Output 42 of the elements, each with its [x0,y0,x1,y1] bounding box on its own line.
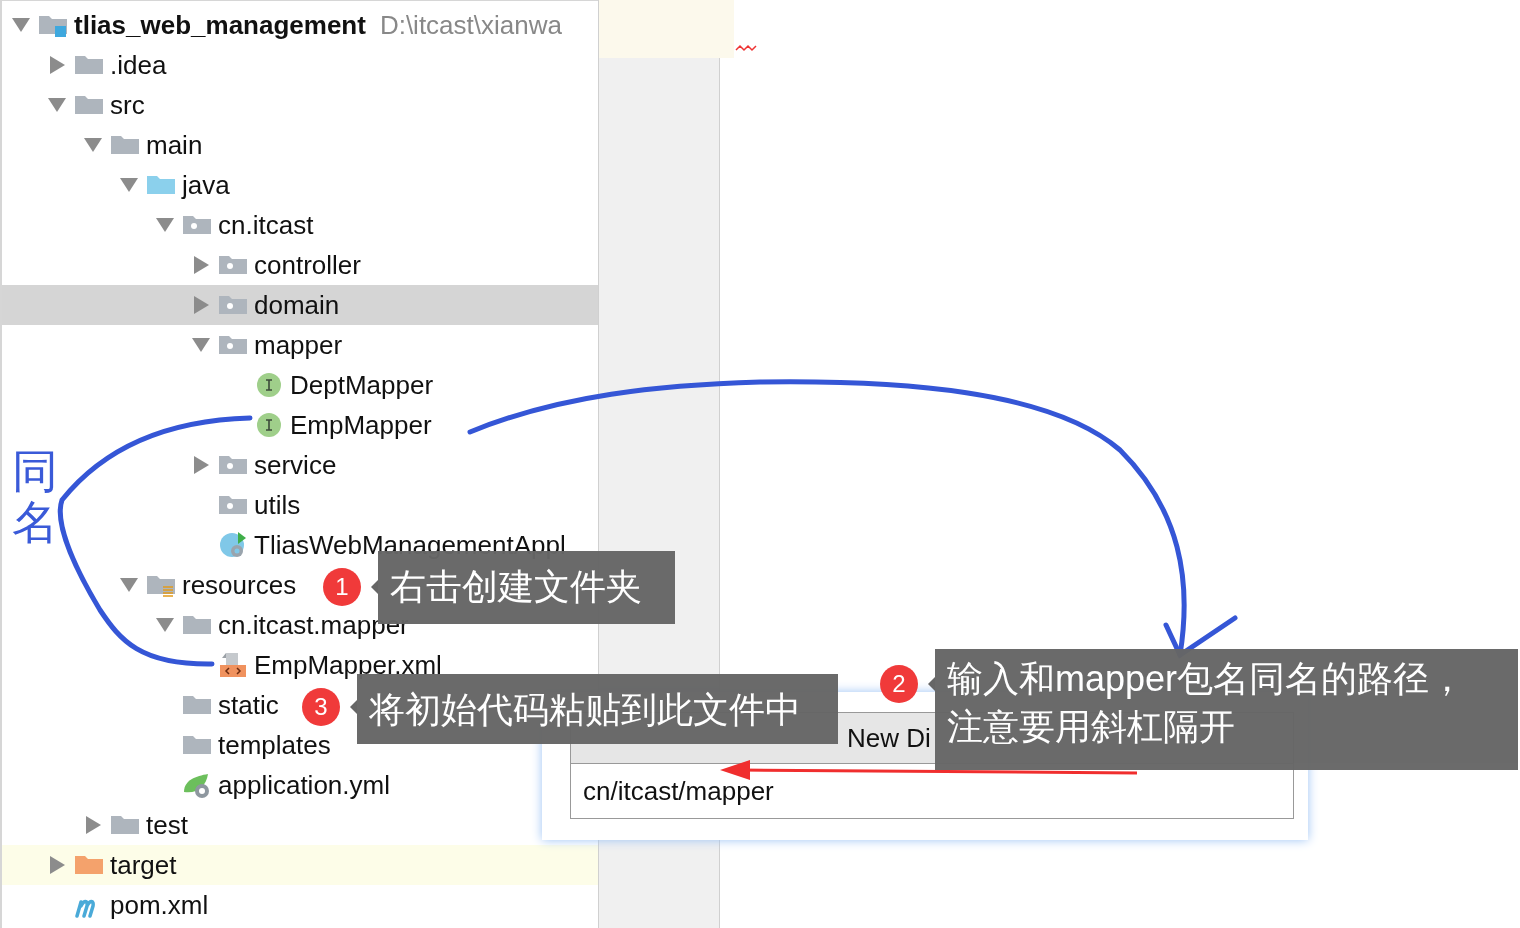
collapse-arrow-icon[interactable] [118,176,140,194]
collapse-arrow-icon[interactable] [10,16,32,34]
annotation-text: 同名 [12,446,58,548]
tree-item[interactable]: test [82,805,188,845]
tree-item[interactable]: cn.itcast [154,205,314,245]
collapse-arrow-icon[interactable] [154,616,176,634]
collapse-arrow-icon[interactable] [118,576,140,594]
collapse-arrow-icon[interactable] [46,96,68,114]
tree-item[interactable]: templates [154,725,331,765]
interface-icon [254,372,284,398]
tree-item[interactable]: static [154,685,279,725]
tree-item[interactable]: domain [190,285,340,325]
error-squiggle-icon [735,44,757,52]
tree-item[interactable]: tlias_web_management D:\itcast\xianwa [10,5,562,45]
xml-file-icon [218,652,248,678]
tree-item[interactable]: EmpMapper [226,405,432,445]
tree-item[interactable]: application.yml [154,765,390,805]
tree-item[interactable]: utils [190,485,301,525]
step-number-badge: 3 [302,688,340,726]
tree-item[interactable]: mapper [190,325,343,365]
tree-item[interactable]: resources [118,565,297,605]
step-number-badge: 1 [323,568,361,606]
class-icon [218,532,248,558]
tree-item[interactable]: target [46,845,177,885]
callout-tooltip: 将初始代码粘贴到此文件中 [357,674,838,744]
tree-item[interactable]: java [118,165,230,205]
collapse-arrow-icon[interactable] [82,136,104,154]
leaf-gear-icon [182,772,212,798]
tree-item[interactable]: .idea [46,45,167,85]
interface-icon [254,412,284,438]
tree-item[interactable]: src [46,85,145,125]
collapse-arrow-icon[interactable] [154,216,176,234]
callout-tooltip: 右击创建文件夹 [378,551,675,624]
callout-tooltip: 输入和mapper包名同名的路径， 注意要用斜杠隔开 [935,649,1518,770]
project-path: D:\itcast\xianwa [379,9,562,41]
tree-item[interactable]: DeptMapper [226,365,434,405]
step-number-badge: 2 [880,665,918,703]
tree-item[interactable]: main [82,125,203,165]
collapse-arrow-icon[interactable] [190,336,212,354]
tree-item[interactable]: service [190,445,337,485]
tree-item[interactable]: pom.xml [46,885,209,925]
tree-item[interactable]: controller [190,245,361,285]
